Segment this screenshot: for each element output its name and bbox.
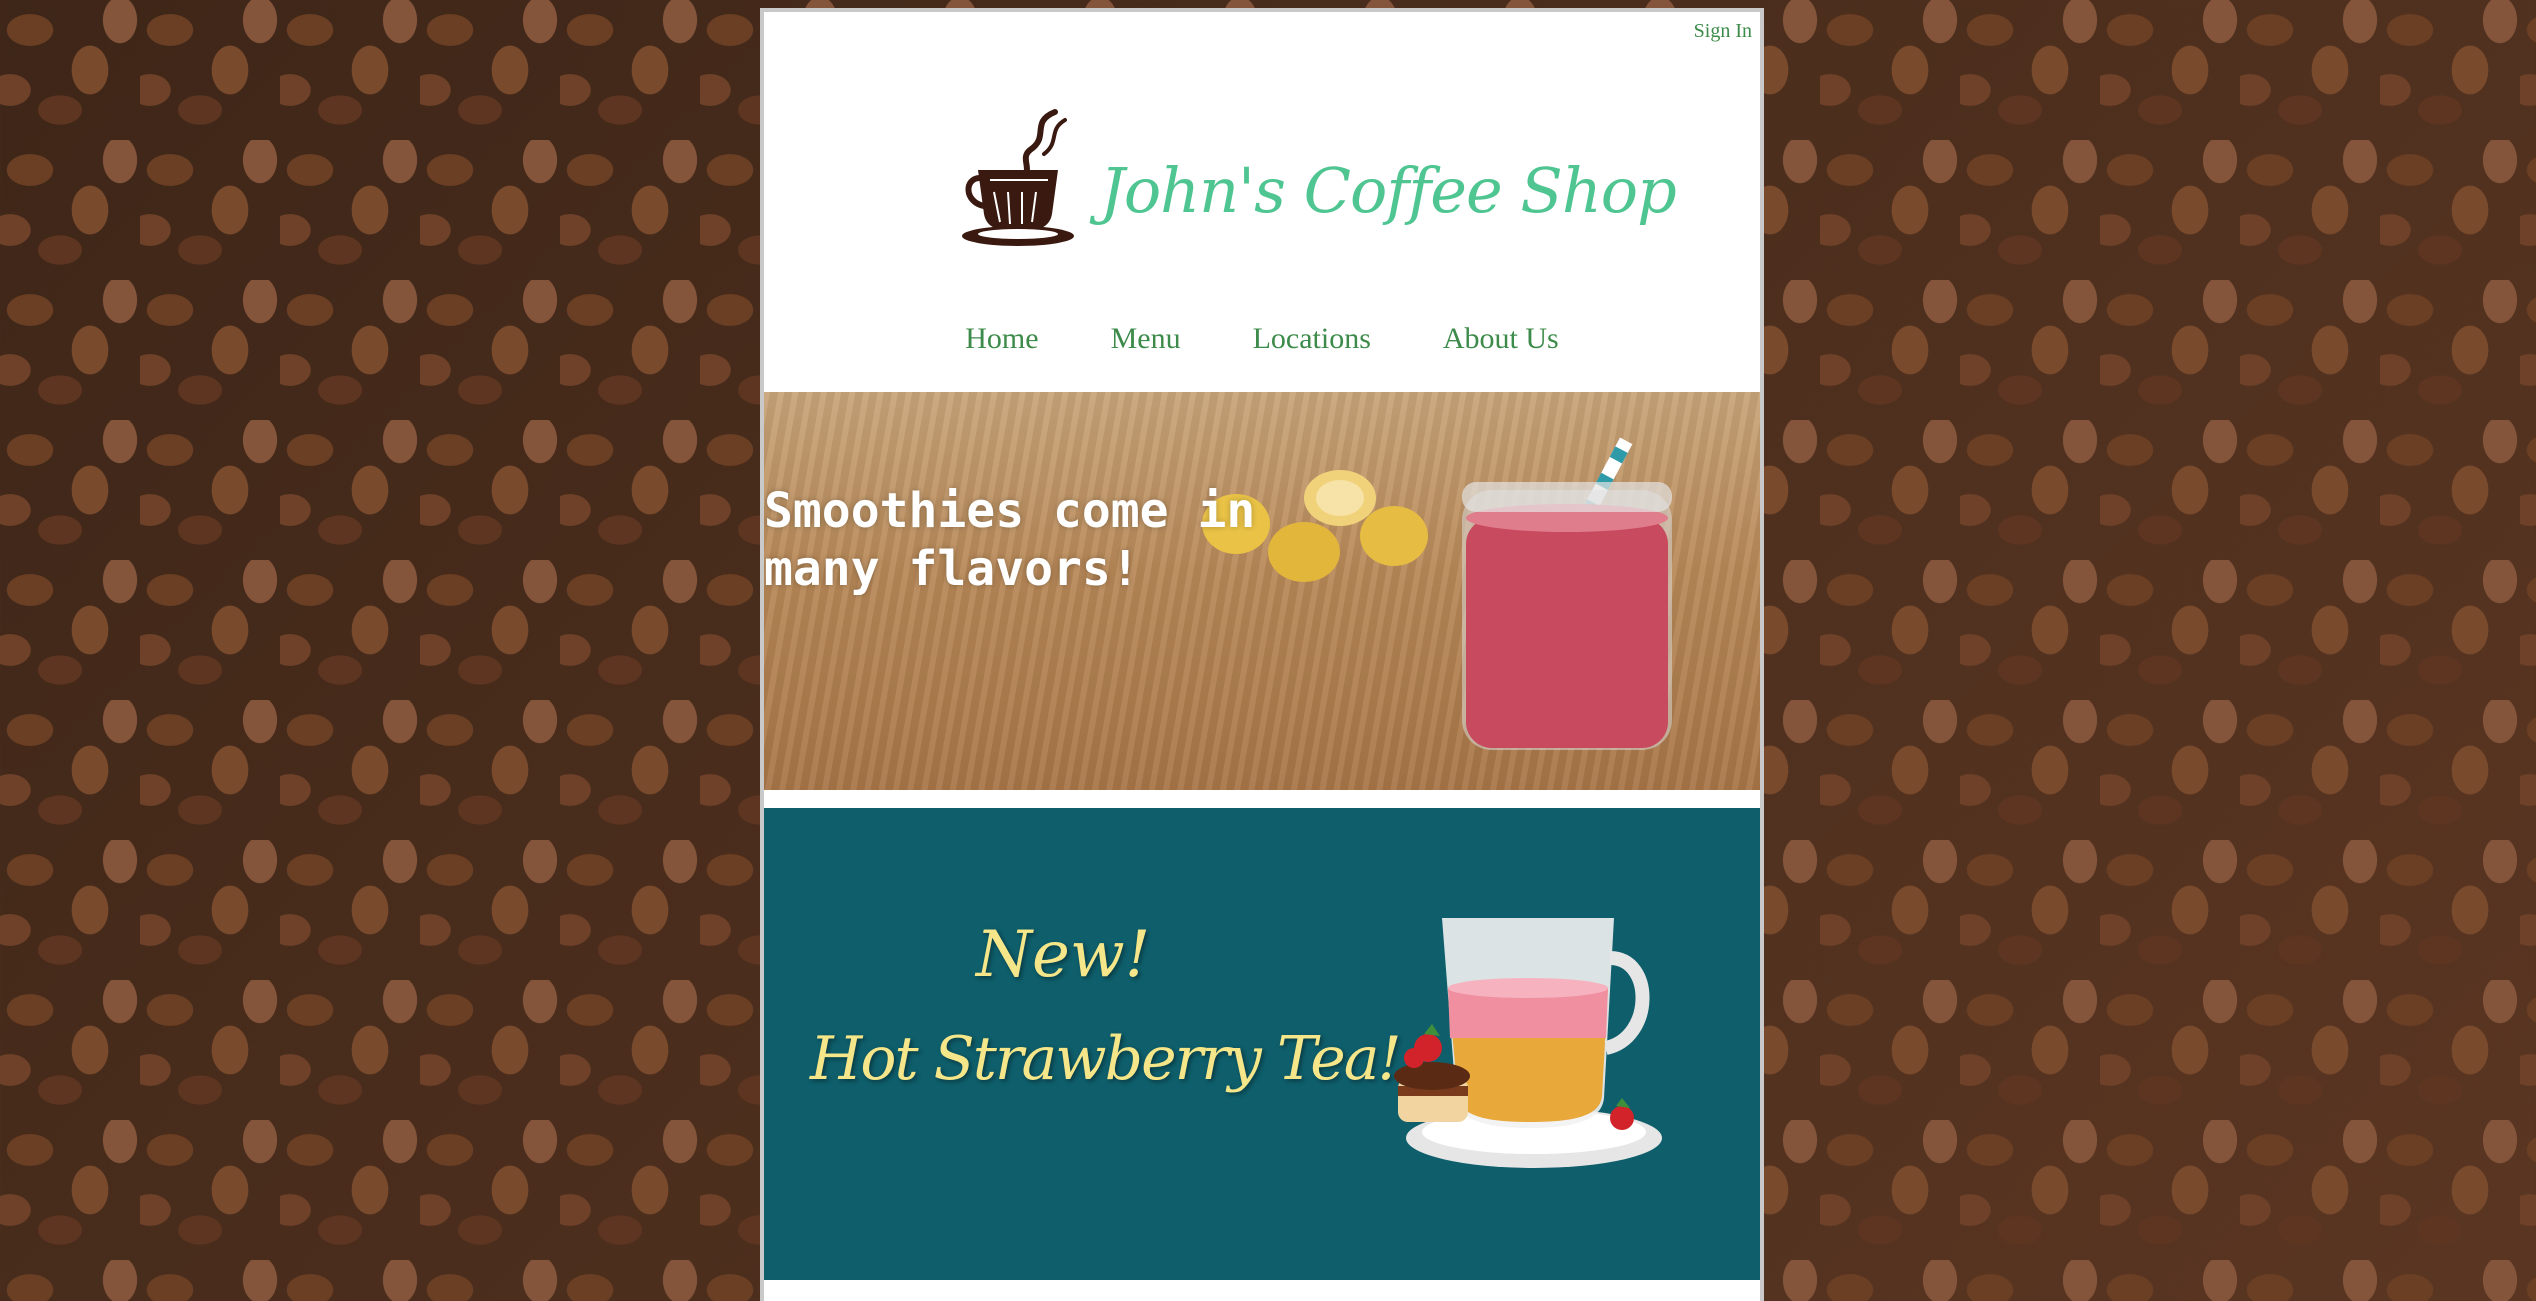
nav-item-menu[interactable]: Menu xyxy=(1111,322,1181,372)
coffee-cup-logo-icon xyxy=(962,109,1074,246)
strawberry-tea-cup-icon xyxy=(1394,918,1662,1168)
main-nav: Home Menu Locations About Us xyxy=(764,322,1760,372)
hero-headline: Smoothies come in many flavors! xyxy=(764,483,1256,597)
promo-title: Hot Strawberry Tea! xyxy=(810,1024,1402,1094)
hero-banner[interactable]: Smoothies come in many flavors! xyxy=(764,392,1760,790)
promo-banner[interactable]: New! Hot Strawberry Tea! xyxy=(764,808,1760,1280)
nav-item-home[interactable]: Home xyxy=(965,322,1038,372)
promo-new-label: New! xyxy=(976,918,1151,992)
site-logo[interactable]: John's Coffee Shop xyxy=(960,102,1677,252)
sign-in-link[interactable]: Sign In xyxy=(1694,20,1752,43)
nav-item-locations[interactable]: Locations xyxy=(1253,322,1371,372)
page-container: Sign In John's Coffee Shop Home Menu Loc… xyxy=(760,8,1764,1301)
nav-item-about-us[interactable]: About Us xyxy=(1443,322,1559,372)
logo-text: John's Coffee Shop xyxy=(1100,154,1677,227)
